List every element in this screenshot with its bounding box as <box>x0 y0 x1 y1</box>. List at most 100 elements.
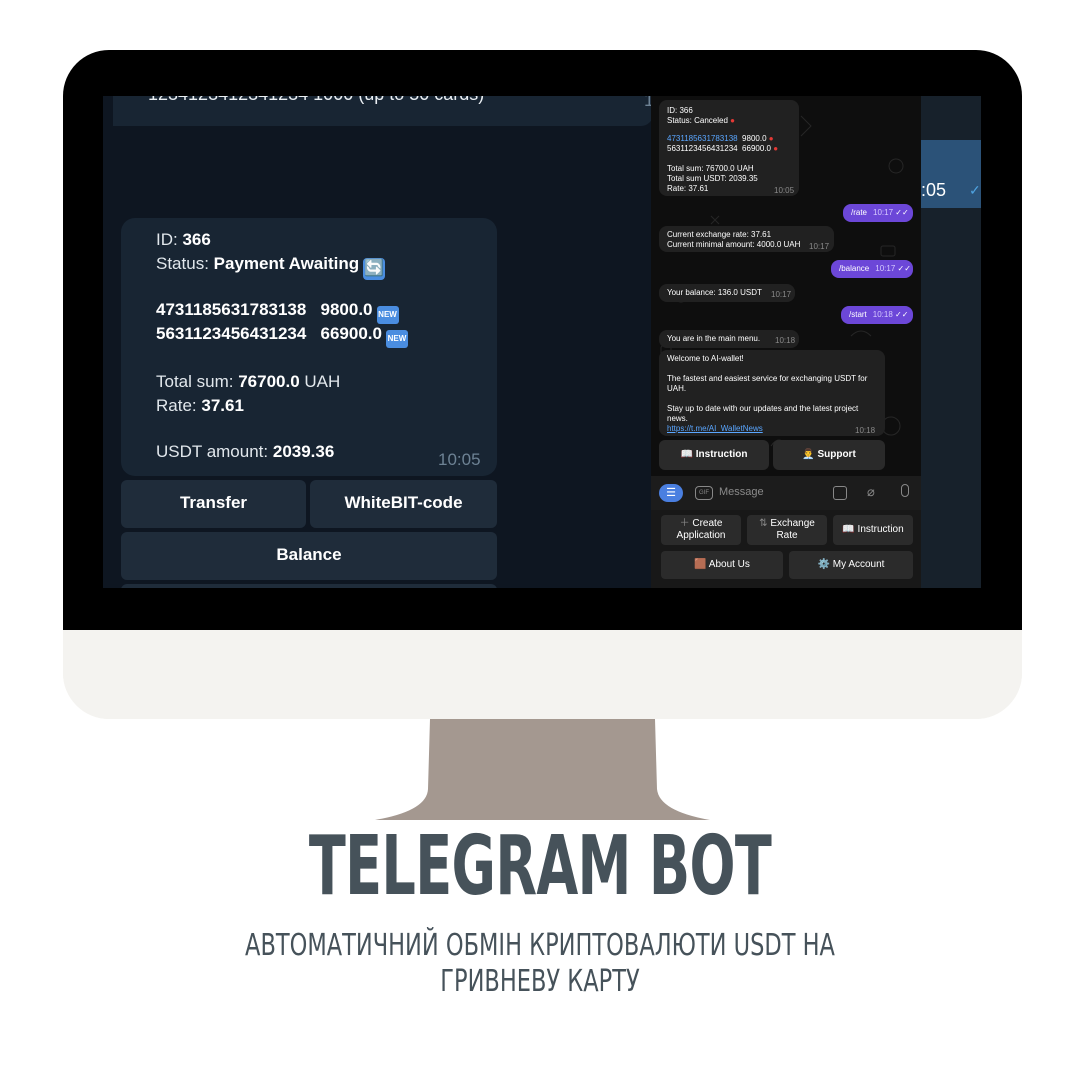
double-check-icon: ✓✓ <box>895 310 909 319</box>
welcome-time: 10:18 <box>855 426 876 435</box>
instruction-inline-button[interactable]: 📖 Instruction <box>659 440 769 470</box>
instruction-keyboard-button[interactable]: 📖 Instruction <box>833 515 913 545</box>
order-id-label: ID: <box>156 230 178 249</box>
button-label: Rate <box>776 530 798 541</box>
keyboard-toggle-icon[interactable] <box>833 486 847 500</box>
promo-headline: TELEGRAM BOT <box>308 819 772 914</box>
canceled-total: Total sum: 76700.0 UAH <box>667 164 754 173</box>
my-account-button[interactable]: ⚙️ My Account <box>789 551 913 579</box>
command-text: /rate <box>851 208 868 217</box>
canceled-card-row: 4731185631783138 9800.0 ● <box>667 134 774 144</box>
reply-keyboard: ＋ Create Application ⇅ Exchange Rate 📖 Ins… <box>651 510 921 588</box>
button-label: Application <box>676 530 726 541</box>
microphone-icon[interactable] <box>901 484 909 497</box>
monitor-mockup: 1234123412341234 1000 (up to 50 cards) 1… <box>63 50 1022 719</box>
about-us-button[interactable]: 🟫 About Us <box>661 551 783 579</box>
exchange-icon: ⇅ <box>759 518 768 529</box>
canceled-card-amount: 66900.0 <box>742 144 771 153</box>
monitor-chin <box>63 630 1022 719</box>
canceled-card-number[interactable]: 4731185631783138 <box>667 134 738 143</box>
card-row: 4731185631783138 9800.0 NEW <box>156 300 399 324</box>
card-row: 5631123456431234 66900.0 NEW <box>156 324 408 348</box>
order-status: Payment Awaiting <box>213 254 360 273</box>
previous-message-time: 10 <box>644 96 651 110</box>
balance-reply-message: Your balance: 136.0 USDT 10:17 <box>659 284 795 302</box>
welcome-line: UAH. <box>667 384 687 393</box>
card-number: 4731185631783138 <box>156 300 307 319</box>
welcome-message: Welcome to AI-wallet! The fastest and ea… <box>659 350 885 436</box>
order-message: ID: 366 Status: Payment Awaiting 🔄 473118… <box>121 218 497 476</box>
message-input-bar: ☰ GIF Message ⌀ <box>651 476 921 510</box>
canceled-card-amount: 9800.0 <box>742 134 767 143</box>
monitor-screen: 1234123412341234 1000 (up to 50 cards) 1… <box>103 96 981 588</box>
desktop-chat-sliver: :05 ✓ <box>921 96 981 588</box>
menu-icon[interactable]: ☰ <box>659 484 683 502</box>
usdt-label: USDT amount: <box>156 442 269 461</box>
order-id-line: ID: 366 <box>156 230 211 250</box>
outgoing-balance-command: /balance 10:17 ✓✓ <box>831 260 913 278</box>
canceled-time: 10:05 <box>774 186 795 195</box>
card-amount: 66900.0 <box>320 324 382 343</box>
canceled-id: ID: 366 <box>667 106 693 115</box>
new-badge-icon: NEW <box>376 306 399 324</box>
order-time: 10:05 <box>438 450 481 469</box>
rate-reply-time: 10:17 <box>809 242 830 251</box>
whitebit-code-button[interactable]: WhiteBIT-code <box>310 480 497 528</box>
previous-message-text: 1234123412341234 1000 (up to 50 cards) <box>148 96 484 105</box>
attach-icon[interactable]: ⌀ <box>867 484 875 500</box>
phone-chat-pane: ID: 366 Status: Canceled ● 4731185631783… <box>651 96 921 588</box>
main-menu-text: You are in the main menu. <box>667 334 761 343</box>
promo-subheadline: Автоматичний обмін криптовалюти USDT на … <box>245 928 835 999</box>
rate-label: Rate: <box>156 396 197 415</box>
new-badge-icon: NEW <box>385 330 408 348</box>
button-label: Create <box>692 518 723 529</box>
red-circle-icon: ● <box>773 144 779 153</box>
canceled-card-number: 5631123456431234 <box>667 144 738 153</box>
support-inline-button[interactable]: 👨‍💼 Support <box>773 440 885 470</box>
previous-message: 1234123412341234 1000 (up to 50 cards) 1… <box>113 96 651 126</box>
monitor-bezel: 1234123412341234 1000 (up to 50 cards) 1… <box>63 50 1022 630</box>
gif-icon[interactable]: GIF <box>695 486 713 500</box>
usdt-line: USDT amount: 2039.36 <box>156 442 334 462</box>
command-time: 10:17 <box>875 264 896 273</box>
order-id: 366 <box>182 230 211 249</box>
sliver-time: :05 <box>921 180 947 200</box>
command-time: 10:18 <box>872 310 893 319</box>
canceled-order-message: ID: 366 Status: Canceled ● 4731185631783… <box>659 100 799 196</box>
red-circle-icon: ● <box>730 116 736 125</box>
welcome-line: Welcome to AI-wallet! <box>667 354 744 363</box>
button-label: Exchange <box>770 518 815 529</box>
canceled-status-text: Status: Canceled <box>667 116 728 125</box>
create-application-button[interactable]: ＋ Create Application <box>661 515 741 545</box>
card-amount: 9800.0 <box>320 300 373 319</box>
rate-value: 37.61 <box>201 396 244 415</box>
news-channel-link[interactable]: https://t.me/AI_WalletNews <box>667 424 763 434</box>
exchange-rate-button[interactable]: ⇅ Exchange Rate <box>747 515 827 545</box>
total-label: Total sum: <box>156 372 234 391</box>
sync-icon: 🔄 <box>363 258 386 280</box>
canceled-card-row: 5631123456431234 66900.0 ● <box>667 144 778 154</box>
main-menu-time: 10:18 <box>775 336 796 345</box>
next-keyboard-button[interactable] <box>121 584 497 588</box>
canceled-rate: Rate: 37.61 <box>667 184 709 193</box>
rate-reply-line: Current exchange rate: 37.61 <box>667 230 772 239</box>
currency: UAH <box>304 372 341 391</box>
total-line: Total sum: 76700.0 UAH <box>156 372 340 392</box>
command-time: 10:17 <box>873 208 894 217</box>
order-status-line: Status: Payment Awaiting 🔄 <box>156 254 386 280</box>
message-input[interactable]: Message <box>719 486 764 498</box>
command-text: /balance <box>839 264 870 273</box>
total-value: 76700.0 <box>238 372 300 391</box>
order-status-label: Status: <box>156 254 209 273</box>
outgoing-start-command: /start 10:18 ✓✓ <box>841 306 913 324</box>
rate-line: Rate: 37.61 <box>156 396 244 416</box>
canceled-status: Status: Canceled ● <box>667 116 735 126</box>
welcome-line: news. <box>667 414 688 423</box>
transfer-button[interactable]: Transfer <box>121 480 306 528</box>
welcome-line: Stay up to date with our updates and the… <box>667 404 859 413</box>
canceled-total-usdt: Total sum USDT: 2039.35 <box>667 174 758 183</box>
welcome-line: The fastest and easiest service for exch… <box>667 374 868 383</box>
balance-button[interactable]: Balance <box>121 532 497 580</box>
desktop-chat-pane: 1234123412341234 1000 (up to 50 cards) 1… <box>103 96 651 588</box>
plus-icon: ＋ <box>679 518 690 529</box>
